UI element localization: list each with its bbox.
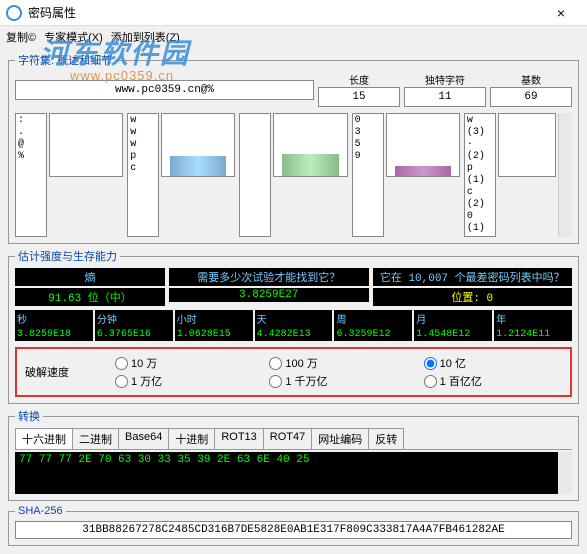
time-label: 秒: [15, 310, 93, 328]
tab-5[interactable]: ROT47: [263, 428, 312, 449]
speed-radio[interactable]: [115, 357, 128, 370]
scrollbar[interactable]: [558, 452, 572, 494]
time-value: 1.0628E15: [175, 328, 253, 341]
convert-group: 转换 十六进制二进制Base64十进制ROT13ROT47网址编码反转 77 7…: [8, 408, 579, 501]
speed-label: 破解速度: [25, 364, 115, 380]
convert-legend: 转换: [15, 408, 43, 424]
password-display: www.pc0359.cn@%: [15, 80, 314, 100]
speed-option[interactable]: 1 万亿: [115, 373, 253, 389]
base-value: 69: [490, 87, 572, 107]
charset-group: 字符集: 概述和细节 www.pc0359.cn@% 长度15 独特字符11 基…: [8, 52, 579, 244]
sha-value: 31BB88267278C2485CD316B7DE5828E0AB1E317F…: [15, 521, 572, 539]
bar-chart: [49, 113, 123, 177]
speed-option[interactable]: 1 百亿亿: [424, 373, 562, 389]
app-icon: [6, 5, 22, 21]
worst-value: 位置: 0: [373, 288, 573, 306]
convert-output: 77 77 77 2E 70 63 30 33 35 39 2E 63 6E 4…: [15, 452, 572, 494]
time-value: 1.4548E12: [414, 328, 492, 341]
bar-chart: [386, 113, 460, 177]
speed-radio[interactable]: [115, 375, 128, 388]
titlebar: 密码属性 ×: [0, 0, 587, 26]
char-list: [239, 113, 271, 237]
entropy-value: 91.63 位（中）: [15, 288, 165, 306]
charset-legend: 字符集: 概述和细节: [15, 52, 115, 68]
char-list: w (3)· (2)p (1)c (2)0 (1): [464, 113, 496, 237]
length-label: 长度: [318, 72, 400, 87]
char-list: 0359: [352, 113, 384, 237]
speed-radio[interactable]: [269, 357, 282, 370]
bar-chart: [161, 113, 235, 177]
tab-7[interactable]: 反转: [368, 428, 404, 449]
unique-value: 11: [404, 87, 486, 107]
tab-3[interactable]: 十进制: [168, 428, 215, 449]
time-label: 小时: [175, 310, 253, 328]
menu-copy[interactable]: 复制©: [6, 29, 36, 45]
menu-mode[interactable]: 专家模式(X): [44, 29, 103, 45]
sha-legend: SHA-256: [15, 505, 66, 517]
tab-6[interactable]: 网址编码: [311, 428, 369, 449]
tab-4[interactable]: ROT13: [214, 428, 263, 449]
time-label: 周: [334, 310, 412, 328]
scrollbar[interactable]: [558, 113, 572, 237]
attempts-label: 需要多少次试验才能找到它？: [169, 268, 369, 286]
bar-chart: [273, 113, 347, 177]
sha-group: SHA-256 31BB88267278C2485CD316B7DE5828E0…: [8, 505, 579, 546]
time-label: 分钟: [95, 310, 173, 328]
crack-speed-box: 破解速度 10 万 100 万 10 亿 1 万亿 1 千万亿 1 百亿亿: [15, 347, 572, 397]
menubar: 复制© 专家模式(X) 添加到列表(Z) 河东软件园 www.pc0359.cn: [0, 26, 587, 48]
time-label: 月: [414, 310, 492, 328]
convert-text: 77 77 77 2E 70 63 30 33 35 39 2E 63 6E 4…: [19, 454, 309, 466]
bar-chart: [498, 113, 556, 177]
base-label: 基数: [490, 72, 572, 87]
speed-radio[interactable]: [269, 375, 282, 388]
menu-add[interactable]: 添加到列表(Z): [111, 29, 180, 45]
tab-1[interactable]: 二进制: [72, 428, 119, 449]
worst-label: 它在 10,007 个最差密码列表中吗？: [373, 268, 573, 286]
time-value: 6.3765E16: [95, 328, 173, 341]
char-list: wwwpc: [127, 113, 159, 237]
speed-option[interactable]: 1 千万亿: [269, 373, 407, 389]
time-value: 1.2124E11: [494, 328, 572, 341]
length-value: 15: [318, 87, 400, 107]
time-label: 天: [255, 310, 333, 328]
time-value: 6.3259E12: [334, 328, 412, 341]
estimate-legend: 估计强度与生存能力: [15, 248, 120, 264]
speed-option[interactable]: 10 亿: [424, 355, 562, 371]
time-value: 4.4282E13: [255, 328, 333, 341]
speed-option[interactable]: 100 万: [269, 355, 407, 371]
time-label: 年: [494, 310, 572, 328]
attempts-value: 3.8259E27: [169, 288, 369, 302]
speed-radio[interactable]: [424, 375, 437, 388]
time-value: 3.8259E18: [15, 328, 93, 341]
unique-label: 独特字符: [404, 72, 486, 87]
entropy-label: 熵: [15, 268, 165, 286]
close-button[interactable]: ×: [541, 5, 581, 21]
speed-radio[interactable]: [424, 357, 437, 370]
window-title: 密码属性: [28, 4, 541, 21]
speed-option[interactable]: 10 万: [115, 355, 253, 371]
tab-0[interactable]: 十六进制: [15, 428, 73, 449]
char-list: :.@%: [15, 113, 47, 237]
estimate-group: 估计强度与生存能力 熵 91.63 位（中） 需要多少次试验才能找到它？ 3.8…: [8, 248, 579, 404]
tab-2[interactable]: Base64: [118, 428, 169, 449]
